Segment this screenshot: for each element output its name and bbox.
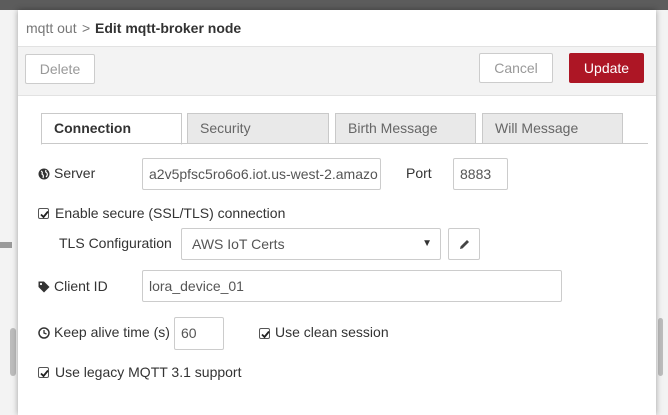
tag-icon <box>38 280 50 296</box>
tab-will-message[interactable]: Will Message <box>482 113 623 144</box>
port-input[interactable]: 8883 <box>453 158 508 190</box>
workspace-right-edge <box>656 10 668 415</box>
client-id-label: Client ID <box>54 278 108 294</box>
keep-alive-input[interactable]: 60 <box>174 317 224 350</box>
cancel-button[interactable]: Cancel <box>479 53 553 83</box>
delete-button[interactable]: Delete <box>25 54 95 84</box>
top-bar <box>0 0 668 10</box>
server-label: Server <box>54 165 96 181</box>
legacy-mqtt-checkbox[interactable] <box>38 367 49 378</box>
breadcrumb-previous[interactable]: mqtt out <box>26 20 77 36</box>
port-label: Port <box>406 165 432 181</box>
tls-enable-label: Enable secure (SSL/TLS) connection <box>55 205 286 221</box>
clean-session-checkbox[interactable] <box>259 328 270 339</box>
server-input[interactable]: a2v5pfsc5ro6o6.iot.us-west-2.amazo <box>142 158 381 190</box>
tray-toolbar: Delete Cancel Update <box>18 47 656 96</box>
tls-checkbox[interactable] <box>38 208 49 219</box>
tab-birth-message[interactable]: Birth Message <box>335 113 476 144</box>
edit-tray: mqtt out > Edit mqtt-broker node Delete … <box>18 10 656 415</box>
tls-config-select[interactable]: AWS IoT Certs ▼ <box>181 228 441 260</box>
clock-icon <box>38 326 50 342</box>
tab-connection[interactable]: Connection <box>41 113 182 145</box>
tray-header: mqtt out > Edit mqtt-broker node <box>18 10 656 47</box>
tls-config-label: TLS Configuration <box>59 235 172 251</box>
client-id-input[interactable]: lora_device_01 <box>142 270 562 302</box>
clean-session-label: Use clean session <box>275 324 389 340</box>
tab-divider <box>41 143 648 144</box>
keep-alive-label: Keep alive time (s) <box>54 324 170 340</box>
tls-config-value: AWS IoT Certs <box>192 236 285 252</box>
workspace-left-edge <box>0 10 18 415</box>
globe-icon <box>38 167 50 183</box>
legacy-mqtt-label: Use legacy MQTT 3.1 support <box>55 364 242 380</box>
left-scrollbar[interactable] <box>10 328 16 376</box>
chevron-down-icon: ▼ <box>422 238 432 249</box>
tab-security[interactable]: Security <box>187 113 329 144</box>
workspace-node-fragment <box>0 242 12 248</box>
edit-tls-config-button[interactable] <box>448 228 480 260</box>
page-title: Edit mqtt-broker node <box>95 20 242 36</box>
right-scrollbar[interactable] <box>658 318 663 376</box>
update-button[interactable]: Update <box>569 53 644 83</box>
breadcrumb-separator: > <box>82 20 91 36</box>
pencil-icon <box>458 238 471 254</box>
